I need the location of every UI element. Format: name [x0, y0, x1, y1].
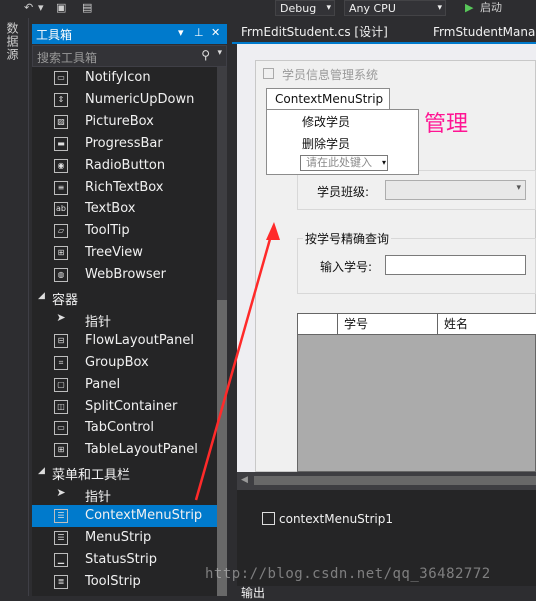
annotation-arrow — [194, 222, 280, 501]
arrow-line — [194, 231, 274, 501]
watermark: http://blog.csdn.net/qq_36482772 — [205, 566, 491, 582]
arrow-head — [266, 222, 280, 240]
